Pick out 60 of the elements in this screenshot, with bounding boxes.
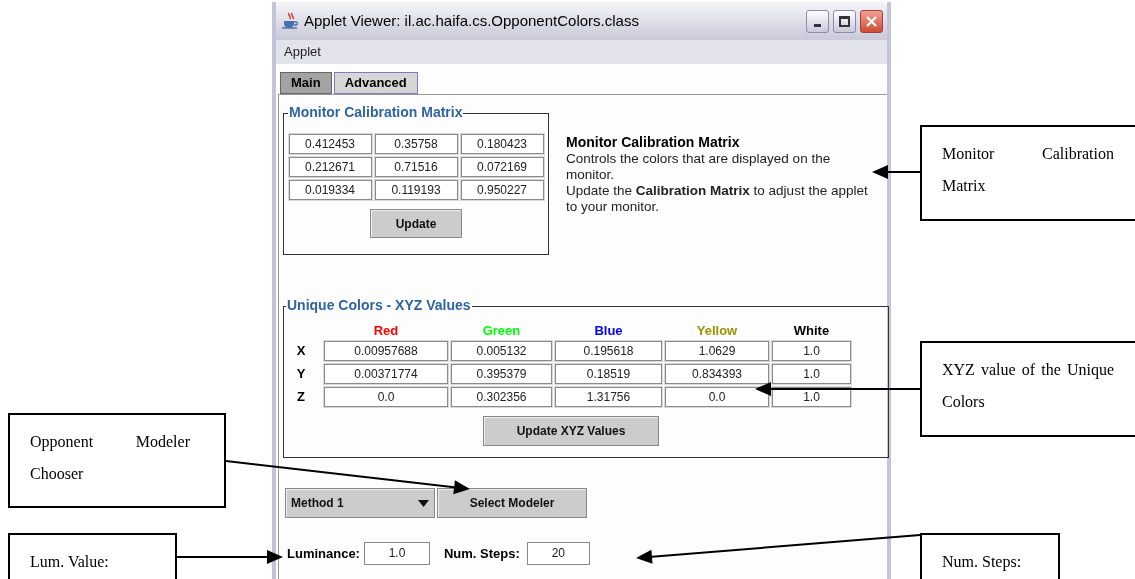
description-title: Monitor Calibration Matrix bbox=[566, 134, 741, 151]
num-steps-field[interactable]: 20 bbox=[526, 542, 590, 565]
caret-icon bbox=[418, 499, 429, 507]
value-field[interactable]: 1.0 bbox=[772, 364, 851, 384]
callout-box: Monitor Calibration Matrix bbox=[920, 125, 1135, 221]
column-header: Green bbox=[481, 324, 522, 338]
close-button[interactable] bbox=[860, 9, 883, 33]
column-header: Yellow bbox=[695, 324, 739, 338]
value-field[interactable]: 0.00957688 bbox=[324, 341, 448, 361]
value-field[interactable]: 0.180423 bbox=[460, 134, 544, 154]
description-text: Update the Calibration Matrix to adjust the applet to your monitor. bbox=[566, 183, 869, 215]
value-field[interactable]: 0.71516 bbox=[374, 157, 458, 177]
value-field[interactable]: 0.119193 bbox=[374, 180, 458, 200]
row-label: X bbox=[296, 342, 306, 361]
group-title: Unique Colors - XYZ Values bbox=[286, 296, 472, 314]
value-field[interactable]: 0.35758 bbox=[374, 134, 458, 154]
value-field[interactable]: 1.0 bbox=[772, 387, 851, 407]
tab[interactable]: Advanced bbox=[333, 72, 418, 94]
value-field[interactable]: 0.302356 bbox=[451, 387, 552, 407]
update-button[interactable]: Update bbox=[370, 209, 462, 238]
callout-box: Num. Steps: bbox=[920, 533, 1060, 579]
value-field[interactable]: 0.019334 bbox=[288, 180, 372, 200]
value-field[interactable]: 0.005132 bbox=[451, 341, 552, 361]
row-label: Y bbox=[296, 365, 306, 384]
value-field[interactable]: 0.072169 bbox=[460, 157, 544, 177]
column-header: Blue bbox=[593, 324, 624, 338]
value-field[interactable]: 0.0 bbox=[324, 387, 448, 407]
maximize-button[interactable] bbox=[833, 9, 856, 33]
field-label: Luminance: bbox=[287, 544, 360, 563]
close-icon bbox=[865, 14, 878, 28]
method-dropdown[interactable]: Method 1 bbox=[285, 488, 435, 518]
description-text: Controls the colors that are displayed on the monitor. bbox=[566, 151, 832, 183]
callout-box: Opponent Modeler Chooser bbox=[8, 413, 226, 508]
update-xyz-button[interactable]: Update XYZ Values bbox=[483, 416, 659, 446]
value-field[interactable]: 0.00371774 bbox=[324, 364, 448, 384]
value-field[interactable]: 1.0 bbox=[772, 341, 851, 361]
luminance-field[interactable]: 1.0 bbox=[363, 542, 430, 565]
select-modeler-button[interactable]: Select Modeler bbox=[437, 488, 587, 518]
callout-box: XYZ value of the Unique Colors bbox=[920, 341, 1135, 437]
value-field[interactable]: 0.412453 bbox=[288, 134, 372, 154]
value-field[interactable]: 0.18519 bbox=[555, 364, 662, 384]
value-field[interactable]: 0.0 bbox=[665, 387, 769, 407]
value-field[interactable]: 0.834393 bbox=[665, 364, 769, 384]
field-label: Num. Steps: bbox=[443, 544, 520, 563]
minimize-button[interactable] bbox=[806, 9, 829, 33]
row-label: Z bbox=[297, 388, 305, 407]
value-field[interactable]: 0.195618 bbox=[555, 341, 662, 361]
value-field[interactable]: 0.950227 bbox=[460, 180, 544, 200]
tab[interactable]: Main bbox=[280, 72, 332, 94]
column-header: Red bbox=[372, 324, 400, 338]
value-field[interactable]: 0.395379 bbox=[451, 364, 552, 384]
menu-item[interactable]: Applet bbox=[284, 42, 321, 62]
value-field[interactable]: 0.212671 bbox=[288, 157, 372, 177]
column-header: White bbox=[792, 324, 831, 338]
value-field[interactable]: 1.31756 bbox=[555, 387, 662, 407]
value-field[interactable]: 1.0629 bbox=[665, 341, 769, 361]
callout-box: Lum. Value: bbox=[8, 533, 177, 579]
window-title: Applet Viewer: il.ac.haifa.cs.OpponentColors.class bbox=[304, 10, 640, 31]
coffee-cup-icon bbox=[280, 11, 300, 31]
leader-arrow bbox=[872, 165, 921, 179]
